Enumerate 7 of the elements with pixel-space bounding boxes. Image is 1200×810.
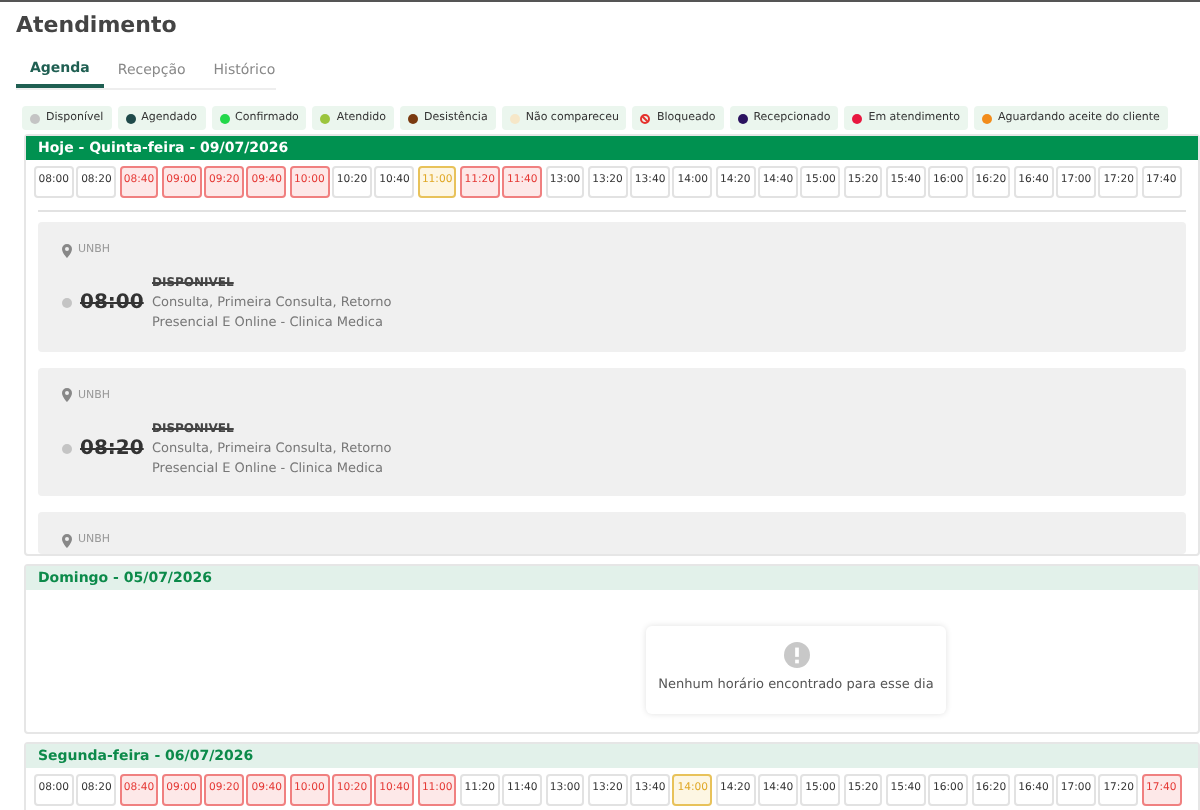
- appointment-time: 08:00: [80, 290, 146, 319]
- alert-icon: [783, 642, 809, 669]
- page-title: Atendimento: [16, 10, 179, 42]
- location-pin-icon: [62, 533, 72, 548]
- location-pin-icon: [62, 388, 72, 403]
- location-pin-icon: [62, 243, 72, 258]
- appointment-time: 08:20: [80, 435, 146, 464]
